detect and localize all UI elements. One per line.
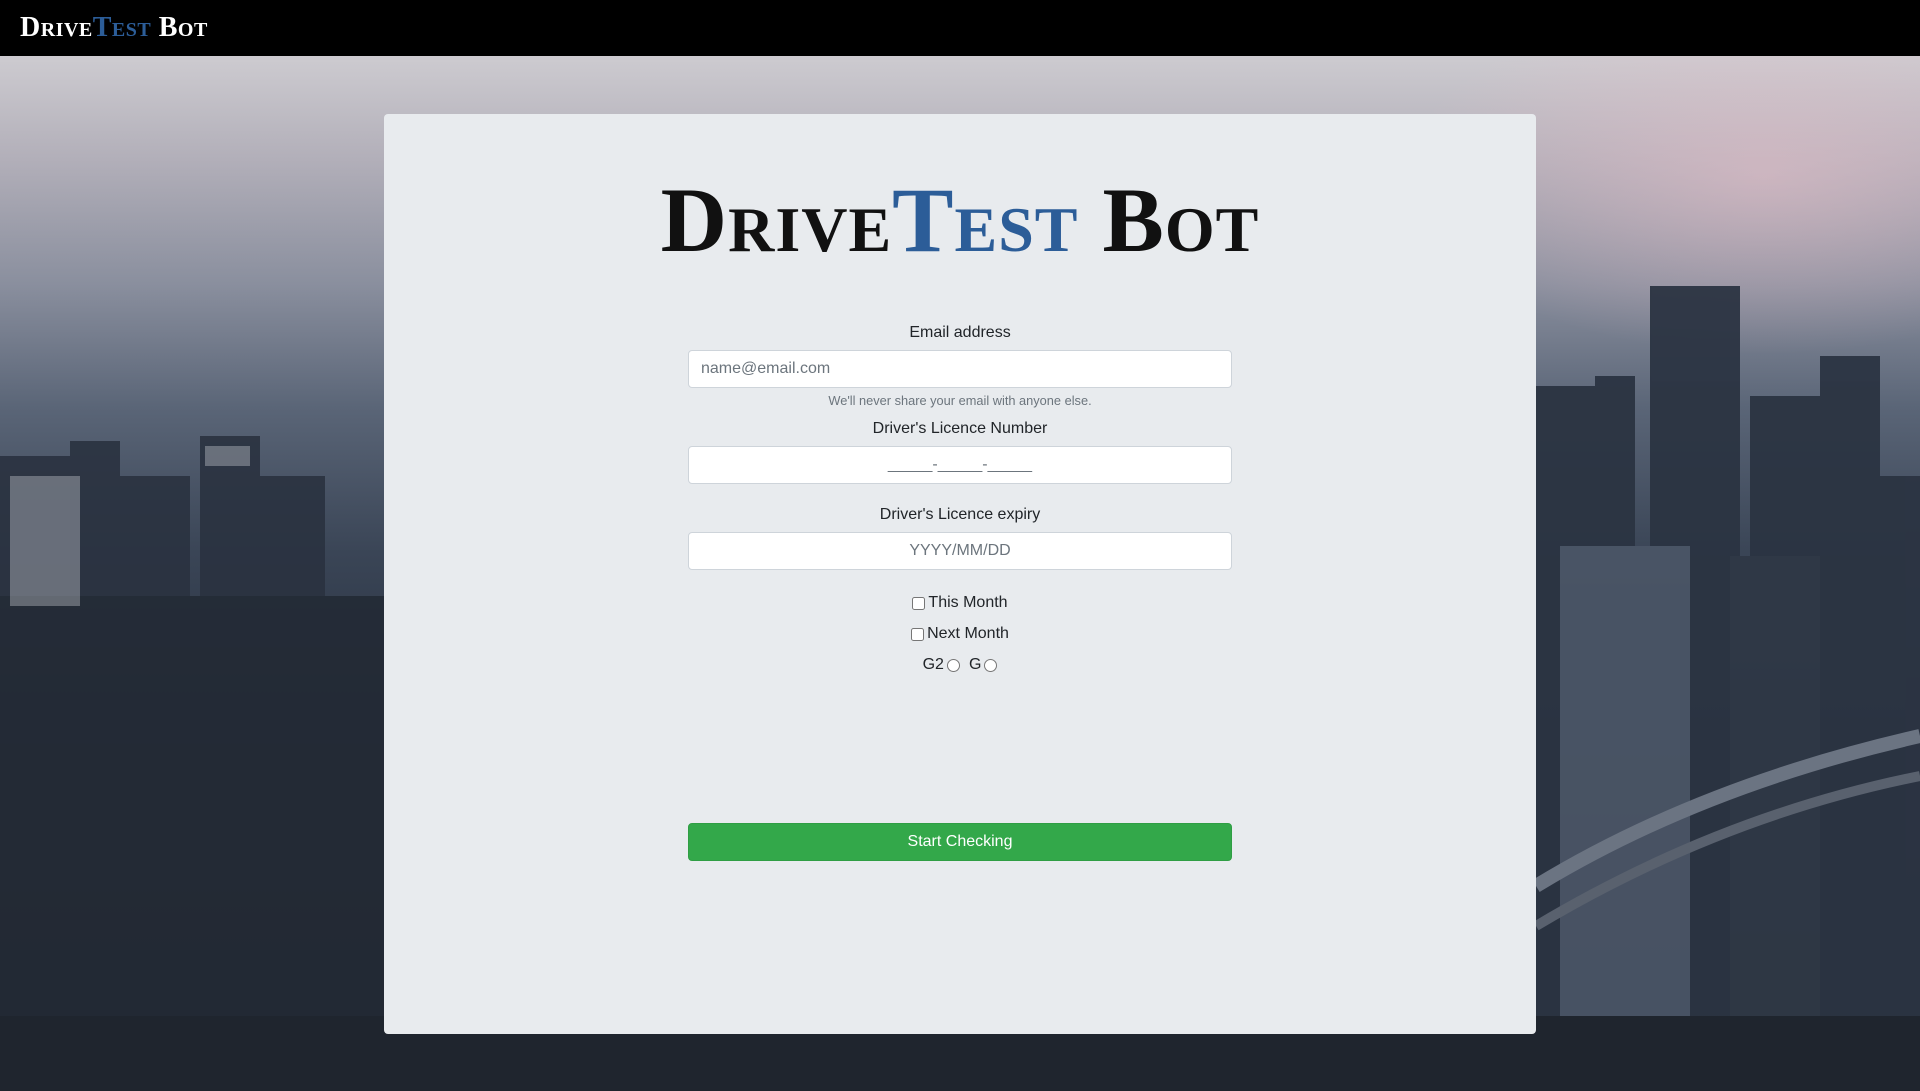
navbar-brand-link[interactable]: DriveTest Bot <box>20 12 208 44</box>
title-part-bot: Bot <box>1078 169 1260 271</box>
licence-number-input[interactable] <box>688 446 1232 484</box>
booking-form: Email address We'll never share your ema… <box>688 324 1232 674</box>
brand-part-drive: Drive <box>20 12 93 43</box>
start-checking-button[interactable]: Start Checking <box>688 823 1232 861</box>
brand-part-bot: Bot <box>151 12 208 43</box>
form-card: DriveTest Bot Email address We'll never … <box>384 114 1536 1034</box>
next-month-row: Next Month <box>688 625 1232 643</box>
this-month-row: This Month <box>688 594 1232 612</box>
page-title: DriveTest Bot <box>384 174 1536 266</box>
brand-part-test: Test <box>92 12 152 43</box>
next-month-checkbox[interactable] <box>911 627 925 641</box>
options-group: This Month Next Month G2 G <box>688 594 1232 674</box>
licence-class-row: G2 G <box>688 656 1232 674</box>
g-radio[interactable] <box>984 658 998 672</box>
title-part-test: Test <box>892 169 1079 271</box>
g2-label: G2 <box>922 656 944 673</box>
email-input[interactable] <box>688 350 1232 388</box>
this-month-label[interactable]: This Month <box>928 594 1007 612</box>
next-month-label[interactable]: Next Month <box>927 625 1009 643</box>
this-month-checkbox[interactable] <box>912 596 926 610</box>
email-label: Email address <box>909 324 1011 341</box>
email-help-text: We'll never share your email with anyone… <box>828 393 1092 408</box>
licence-label: Driver's Licence Number <box>872 420 1048 437</box>
g2-radio[interactable] <box>946 658 960 672</box>
expiry-group: Driver's Licence expiry <box>688 506 1232 570</box>
g-label: G <box>968 656 982 673</box>
title-part-drive: Drive <box>660 169 893 271</box>
email-group: Email address We'll never share your ema… <box>688 324 1232 408</box>
expiry-label: Driver's Licence expiry <box>879 506 1041 523</box>
licence-group: Driver's Licence Number <box>688 420 1232 484</box>
navbar: DriveTest Bot <box>0 0 1920 56</box>
expiry-input[interactable] <box>688 532 1232 570</box>
